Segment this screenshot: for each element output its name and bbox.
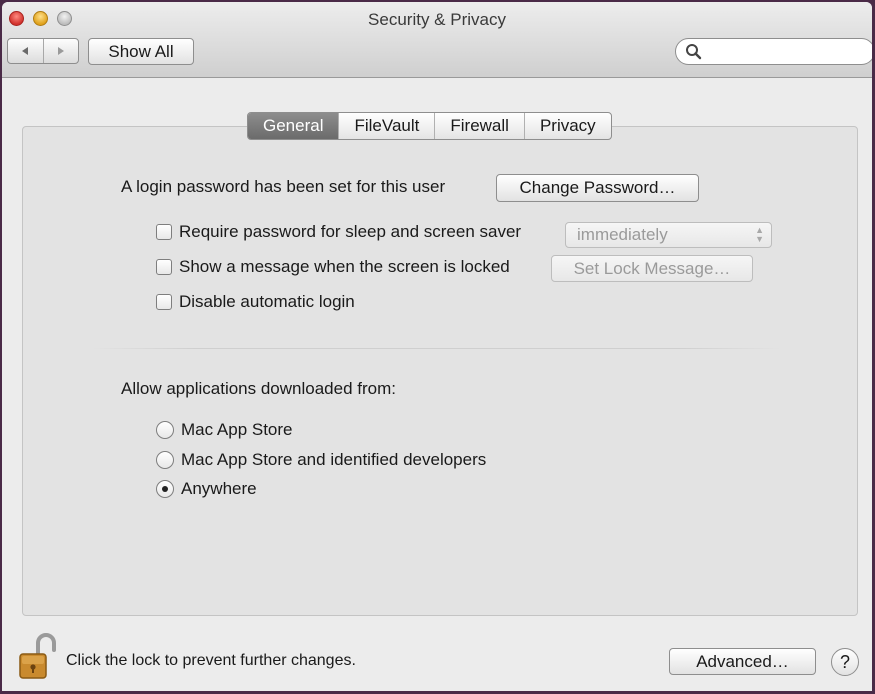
show-all-button[interactable]: Show All	[88, 38, 194, 65]
radio-mac-app-store[interactable]	[156, 421, 174, 439]
help-button[interactable]: ?	[831, 648, 859, 676]
tab-filevault[interactable]: FileVault	[338, 113, 434, 139]
tab-firewall[interactable]: Firewall	[434, 113, 524, 139]
back-button[interactable]	[8, 39, 43, 63]
window-title: Security & Privacy	[368, 10, 506, 29]
allow-apps-heading: Allow applications downloaded from:	[121, 379, 396, 398]
disable-auto-login-checkbox[interactable]	[156, 294, 172, 310]
radio-mac-app-store-identified[interactable]	[156, 451, 174, 469]
login-password-label: A login password has been set for this u…	[121, 177, 446, 196]
titlebar: Security & Privacy Show All	[2, 2, 872, 78]
require-password-checkbox[interactable]	[156, 224, 172, 240]
lock-status-text: Click the lock to prevent further change…	[66, 652, 356, 669]
chevron-left-icon	[22, 47, 29, 55]
require-password-label: Require password for sleep and screen sa…	[179, 222, 522, 241]
search-field[interactable]	[675, 38, 872, 65]
show-message-label: Show a message when the screen is locked	[179, 257, 510, 276]
disable-auto-login-label: Disable automatic login	[179, 292, 355, 311]
show-message-checkbox[interactable]	[156, 259, 172, 275]
tab-privacy[interactable]: Privacy	[523, 113, 611, 139]
radio-mac-app-store-identified-label: Mac App Store and identified developers	[181, 450, 487, 469]
advanced-button[interactable]: Advanced…	[669, 648, 816, 675]
radio-mac-app-store-label: Mac App Store	[181, 420, 293, 439]
section-divider	[92, 348, 782, 349]
search-icon	[686, 44, 702, 60]
security-privacy-window: Security & Privacy Show All General File…	[2, 2, 872, 691]
general-tab-panel	[22, 126, 858, 616]
change-password-button[interactable]: Change Password…	[496, 174, 699, 202]
popup-arrows-icon: ▲ ▼	[755, 225, 764, 244]
back-forward-control	[7, 38, 79, 64]
lock-button[interactable]	[16, 632, 60, 680]
require-password-delay-value: immediately	[577, 225, 668, 244]
radio-anywhere[interactable]	[156, 480, 174, 498]
tab-bar: General FileVault Firewall Privacy	[247, 112, 612, 140]
set-lock-message-button[interactable]: Set Lock Message…	[551, 255, 753, 282]
forward-button[interactable]	[42, 39, 79, 63]
tab-general[interactable]: General	[248, 113, 339, 139]
radio-anywhere-label: Anywhere	[181, 479, 257, 498]
require-password-delay-select[interactable]: immediately ▲ ▼	[565, 222, 772, 248]
unlocked-padlock-icon	[19, 633, 56, 679]
chevron-right-icon	[57, 47, 64, 55]
